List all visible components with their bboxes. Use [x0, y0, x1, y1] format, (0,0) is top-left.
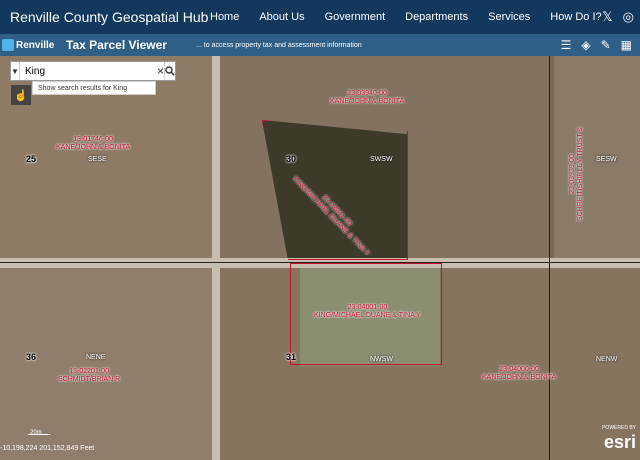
- esri-logo[interactable]: esri: [604, 432, 636, 453]
- map-view[interactable]: 23-03940-00 KANE/JOHN & BONITA 13-01746-0…: [0, 56, 640, 460]
- layers-icon[interactable]: ◈: [581, 37, 590, 53]
- measure-icon[interactable]: ✎: [601, 37, 611, 53]
- nav-government[interactable]: Government: [325, 11, 386, 23]
- search-button[interactable]: [164, 62, 175, 80]
- parcel-label[interactable]: 23-03940-00 KANE/JOHN & BONITA: [330, 90, 404, 106]
- app-title: Tax Parcel Viewer: [66, 38, 167, 52]
- county-logo: Renville: [0, 39, 64, 51]
- main-nav: Home About Us Government Departments Ser…: [210, 11, 622, 23]
- nav-home[interactable]: Home: [210, 11, 239, 23]
- nav-departments[interactable]: Departments: [405, 11, 468, 23]
- section-number: 31: [286, 352, 297, 362]
- parcel-label[interactable]: 23-04001-00 KING/MICHAEL DUANE & TINA Y: [314, 304, 421, 320]
- site-header: Renville County Geospatial Hub Home Abou…: [0, 0, 640, 34]
- search-input[interactable]: [19, 62, 157, 80]
- powered-by-text: POWERED BY: [602, 425, 636, 431]
- list-icon[interactable]: ☰: [561, 37, 572, 53]
- parcel-label[interactable]: 23-04000-00 KANE/JOHN & BONITA: [482, 366, 556, 382]
- basemap-icon[interactable]: ▦: [621, 37, 632, 53]
- section-line-east: [549, 56, 550, 460]
- search-widget: ▼ ×: [10, 61, 176, 81]
- app-header: Renville Tax Parcel Viewer ... to access…: [0, 34, 640, 56]
- pointer-icon: ☝: [14, 89, 28, 102]
- quarter-label: NWSW: [370, 356, 393, 363]
- nav-services[interactable]: Services: [488, 11, 530, 23]
- app-subtitle: ... to access property tax and assessmen…: [196, 41, 362, 49]
- section-number: 36: [26, 352, 37, 362]
- logo-mark-icon: [2, 39, 14, 51]
- quarter-label: SWSW: [370, 156, 393, 163]
- parcel-label[interactable]: 13-02201-00 SCHMIDT/BRIAN R: [58, 368, 120, 384]
- search-suggestion[interactable]: Show search results for King: [32, 81, 156, 95]
- coordinates-readout: -10,198,224 201,152,849 Feet: [0, 445, 95, 452]
- parcel-label[interactable]: 23-03939-00 SCHREIT/SHIRLEY TRUST &: [569, 127, 585, 221]
- quarter-label: NENW: [596, 356, 618, 363]
- search-source-dropdown[interactable]: ▼: [11, 62, 20, 80]
- select-tool-button[interactable]: ☝: [11, 85, 31, 105]
- scale-label: 20m: [30, 430, 42, 436]
- quarter-label: SESW: [596, 156, 617, 163]
- nav-how-do-i[interactable]: How Do I?: [550, 11, 601, 23]
- parcel-label[interactable]: 13-01746-00 KANE/JOHN & BONITA: [56, 136, 130, 152]
- x-social-icon[interactable]: 𝕏: [602, 9, 612, 25]
- instagram-icon[interactable]: ◎: [623, 9, 634, 25]
- section-number: 30: [286, 154, 297, 164]
- search-icon: [165, 66, 175, 76]
- quarter-label: NENE: [86, 354, 106, 361]
- site-title[interactable]: Renville County Geospatial Hub: [0, 9, 210, 25]
- quarter-label: SESE: [88, 156, 107, 163]
- nav-about-us[interactable]: About Us: [259, 11, 304, 23]
- section-number: 25: [26, 154, 37, 164]
- clear-icon[interactable]: ×: [157, 64, 164, 78]
